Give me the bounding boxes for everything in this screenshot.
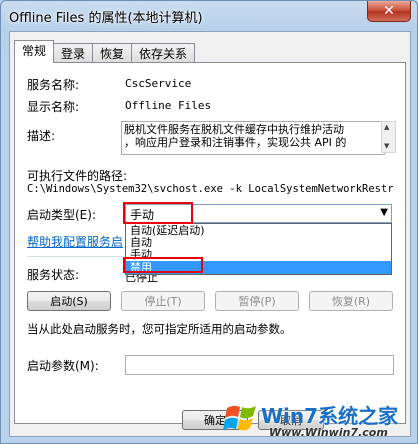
start-params-label: 启动参数(M): [27,359,99,373]
tab-recovery[interactable]: 恢复 [93,43,133,63]
description-line-2: ，响应用户登录和注销事件，实现公共 API 的 [124,136,347,149]
service-status-label: 服务状态: [27,268,80,282]
annotation-box-disabled [123,257,203,273]
display-name-value: Offline Files [125,99,212,112]
site-watermark: Win7系统之家 Www.Winwin7.com [221,396,416,442]
start-params-input[interactable] [125,355,394,375]
start-button-label: 启动(S) [50,295,88,308]
close-button[interactable]: ✕ [367,1,411,22]
general-tab-panel: 服务名称: CscService 显示名称: Offline Files 描述:… [14,62,406,424]
scroll-down-icon[interactable]: ▼ [384,142,389,150]
description-textbox[interactable]: 脱机文件服务在脱机文件缓存中执行维护活动 ，响应用户登录和注销事件，实现公共 A… [121,121,385,155]
resume-button-label: 恢复(R) [331,295,371,308]
stop-button-label: 停止(T) [144,295,182,308]
start-service-button[interactable]: 启动(S) [27,291,111,311]
help-configure-link[interactable]: 帮助我配置服务启 [27,233,123,250]
exe-path-value: C:\Windows\System32\svchost.exe -k Local… [27,183,393,195]
close-icon: ✕ [383,3,395,19]
properties-window: Offline Files 的属性(本地计算机) ✕ 常规 登录 恢复 依存关系… [0,0,418,444]
window-title: Offline Files 的属性(本地计算机) [9,11,203,26]
dropdown-arrow-icon[interactable]: ▼ [380,207,388,218]
separator-1 [27,256,123,257]
title-bar[interactable]: Offline Files 的属性(本地计算机) ✕ [1,1,417,29]
description-scrollbar[interactable]: ▲ ▼ [381,121,396,153]
description-line-1: 脱机文件服务在脱机文件缓存中执行维护活动 [124,123,344,136]
startup-type-label: 启动类型(E): [27,208,96,222]
exe-path-label: 可执行文件的路径: [27,169,128,183]
stop-service-button[interactable]: 停止(T) [121,291,205,311]
display-name-label: 显示名称: [27,100,80,114]
scroll-up-icon[interactable]: ▲ [384,123,389,131]
description-label: 描述: [27,129,56,143]
service-name-label: 服务名称: [27,78,80,92]
windows-flag-icon [223,405,256,431]
start-params-hint: 当从此处启动服务时，您可指定所适用的启动参数。 [27,322,292,336]
tab-logon[interactable]: 登录 [54,43,94,63]
resume-service-button[interactable]: 恢复(R) [309,291,393,311]
dialog-client: 常规 登录 恢复 依存关系 服务名称: CscService 显示名称: Off… [9,31,411,437]
tab-dependencies[interactable]: 依存关系 [132,43,196,63]
service-name-value: CscService [125,77,192,90]
tab-strip: 常规 登录 恢复 依存关系 [14,40,196,63]
pause-service-button[interactable]: 暂停(P) [215,291,299,311]
annotation-box-combo [123,202,193,224]
pause-button-label: 暂停(P) [238,295,276,308]
watermark-url: Www.Winwin7.com [269,426,388,439]
tab-general[interactable]: 常规 [14,40,55,63]
watermark-logo-text: Win7系统之家 [261,404,399,428]
